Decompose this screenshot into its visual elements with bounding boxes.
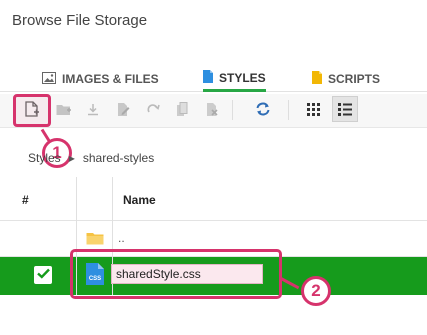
parent-folder-label: .. [118,231,125,245]
toolbar [0,94,427,128]
image-icon [42,71,56,87]
rename-file-input[interactable] [111,264,263,284]
copy-button[interactable] [171,98,193,120]
checkmark-icon [36,266,50,284]
page-title: Browse File Storage [12,12,148,29]
list-view-button[interactable] [332,96,358,122]
file-icon [312,71,322,87]
breadcrumb: Styles ▶ shared-styles [28,150,154,166]
step-2-badge: 2 [301,276,331,306]
tab-bar: IMAGES & FILES STYLES SCRIPTS [0,60,427,92]
download-icon [87,103,99,116]
edit-button[interactable] [112,98,134,120]
column-header-name[interactable]: Name [123,193,156,207]
tab-images-files[interactable]: IMAGES & FILES [42,66,159,92]
chevron-right-icon: ▶ [68,153,75,163]
tab-styles[interactable]: STYLES [203,66,266,92]
tab-label: SCRIPTS [328,72,381,86]
tab-label: IMAGES & FILES [62,72,159,86]
list-view-icon [338,102,352,116]
folder-icon [86,231,104,250]
grid-view-icon [306,102,320,116]
toolbar-divider [232,100,233,120]
delete-icon [206,102,219,117]
table-header: # Name [0,177,427,221]
tab-scripts[interactable]: SCRIPTS [312,66,380,92]
new-file-highlight [13,94,51,127]
download-button[interactable] [82,98,104,120]
redo-icon [147,103,160,115]
redo-button[interactable] [142,98,164,120]
file-icon [203,69,213,86]
refresh-button[interactable] [252,98,274,120]
delete-button[interactable] [201,98,223,120]
new-folder-button[interactable] [53,98,75,120]
breadcrumb-item-shared-styles[interactable]: shared-styles [83,151,154,165]
breadcrumb-item-styles[interactable]: Styles [28,151,61,165]
column-header-index: # [22,193,29,207]
new-folder-icon [56,103,72,116]
edit-icon [117,102,130,117]
toolbar-divider [288,100,289,120]
grid-view-button[interactable] [302,98,324,120]
refresh-icon [255,102,271,116]
tab-label: STYLES [219,70,266,85]
copy-icon [176,101,188,117]
row-checkbox[interactable] [34,266,52,284]
